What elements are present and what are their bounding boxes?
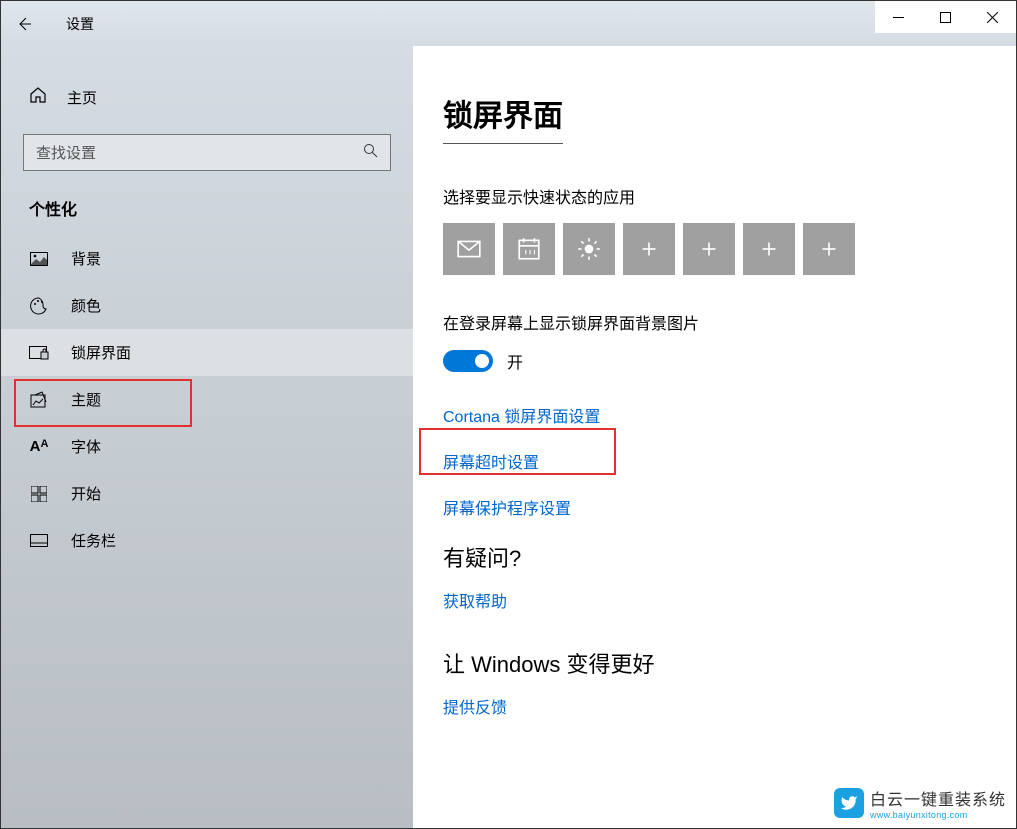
sidebar-item-taskbar[interactable]: 任务栏	[1, 517, 413, 564]
start-icon	[29, 486, 49, 502]
quick-status-tiles	[443, 223, 986, 275]
better-heading: 让 Windows 变得更好	[443, 647, 986, 679]
link-screensaver[interactable]: 屏幕保护程序设置	[443, 495, 986, 519]
bg-toggle-label: 在登录屏幕上显示锁屏界面背景图片	[443, 310, 986, 334]
titlebar: 设置	[1, 1, 1016, 46]
watermark-sub: www.baiyunxitong.com	[870, 810, 1006, 820]
nav-label: 锁屏界面	[71, 342, 131, 363]
nav-label: 背景	[71, 248, 101, 269]
sidebar-home-label: 主页	[67, 87, 97, 108]
tile-mail[interactable]	[443, 223, 495, 275]
themes-icon	[29, 391, 49, 409]
nav-label: 主题	[71, 389, 101, 410]
nav-label: 颜色	[71, 295, 101, 316]
bg-toggle-row: 开	[443, 349, 986, 373]
nav-label: 任务栏	[71, 530, 116, 551]
close-button[interactable]	[969, 1, 1016, 33]
nav-label: 字体	[71, 436, 101, 457]
minimize-button[interactable]	[875, 1, 922, 33]
sidebar-item-background[interactable]: 背景	[1, 235, 413, 282]
back-button[interactable]	[1, 1, 46, 46]
search-placeholder: 查找设置	[36, 142, 96, 163]
sidebar: 主页 查找设置 个性化 背景 颜色 锁屏界面 主题 AA 字体	[1, 46, 413, 828]
sidebar-item-start[interactable]: 开始	[1, 470, 413, 517]
help-heading: 有疑问?	[443, 541, 986, 573]
bg-toggle[interactable]	[443, 350, 493, 372]
link-cortana[interactable]: Cortana 锁屏界面设置	[443, 403, 986, 427]
tile-add-2[interactable]	[683, 223, 735, 275]
window-title: 设置	[66, 14, 94, 34]
sidebar-item-colors[interactable]: 颜色	[1, 282, 413, 329]
sidebar-item-themes[interactable]: 主题	[1, 376, 413, 423]
tile-calendar[interactable]	[503, 223, 555, 275]
sidebar-home[interactable]: 主页	[1, 76, 413, 119]
fonts-icon: AA	[29, 438, 49, 455]
tile-add-1[interactable]	[623, 223, 675, 275]
quick-status-label: 选择要显示快速状态的应用	[443, 184, 986, 208]
search-input[interactable]: 查找设置	[23, 134, 391, 171]
toggle-state: 开	[507, 349, 523, 373]
watermark: 白云一键重装系统 www.baiyunxitong.com	[834, 786, 1006, 820]
link-feedback[interactable]: 提供反馈	[443, 694, 986, 718]
sidebar-section: 个性化	[1, 196, 413, 235]
content-pane: 锁屏界面 选择要显示快速状态的应用 在登录屏幕上显示锁屏界面背景图片 开 Cor…	[413, 46, 1016, 828]
sidebar-item-fonts[interactable]: AA 字体	[1, 423, 413, 470]
home-icon	[29, 86, 47, 109]
palette-icon	[29, 297, 49, 315]
nav-label: 开始	[71, 483, 101, 504]
taskbar-icon	[29, 534, 49, 547]
lockscreen-icon	[29, 346, 49, 360]
link-timeout[interactable]: 屏幕超时设置	[443, 449, 986, 473]
watermark-icon	[834, 788, 864, 818]
picture-icon	[29, 252, 49, 266]
watermark-main: 白云一键重装系统	[870, 786, 1006, 810]
link-help[interactable]: 获取帮助	[443, 588, 986, 612]
window-controls	[875, 1, 1016, 33]
sidebar-item-lockscreen[interactable]: 锁屏界面	[1, 329, 413, 376]
tile-add-4[interactable]	[803, 223, 855, 275]
page-title: 锁屏界面	[443, 91, 563, 144]
search-icon	[363, 143, 378, 162]
maximize-button[interactable]	[922, 1, 969, 33]
tile-weather[interactable]	[563, 223, 615, 275]
tile-add-3[interactable]	[743, 223, 795, 275]
